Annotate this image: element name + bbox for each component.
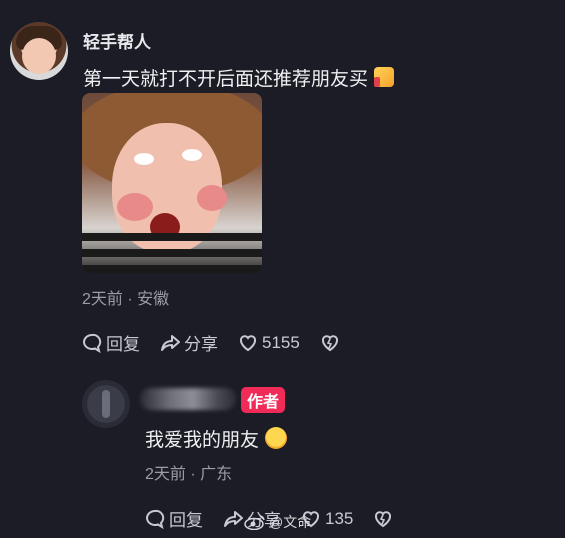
reply-icon <box>83 333 102 353</box>
user-avatar[interactable] <box>10 22 68 80</box>
reply-label: 回复 <box>106 335 140 354</box>
comment-text: 第一天就打不开后面还推荐朋友买 <box>83 64 395 91</box>
reply-dislike-button[interactable] <box>373 509 397 529</box>
like-count: 5155 <box>262 332 300 352</box>
share-icon <box>224 510 243 527</box>
comment-username[interactable]: 轻手帮人 <box>83 28 151 53</box>
share-button[interactable]: 分享 <box>160 330 218 355</box>
author-badge: 作者 <box>241 387 286 413</box>
comment-body: 第一天就打不开后面还推荐朋友买 <box>83 69 369 90</box>
author-username-blurred[interactable] <box>140 388 236 410</box>
weibo-logo-icon <box>244 515 265 530</box>
dislike-button[interactable] <box>320 333 344 353</box>
author-avatar[interactable] <box>82 380 130 428</box>
reply-reply-button[interactable]: 回复 <box>145 506 203 531</box>
reply-meta: 2天前 · 广东 <box>145 466 233 483</box>
broken-heart-icon <box>375 510 392 527</box>
like-count: 135 <box>325 508 354 528</box>
comment-meta: 2天前 · 安徽 <box>82 291 170 308</box>
thumbs-up-icon <box>374 67 395 87</box>
heart-icon <box>240 334 256 351</box>
reply-button[interactable]: 回复 <box>82 330 140 355</box>
watermark-text: @文命 <box>269 514 312 530</box>
broken-heart-icon <box>321 334 338 351</box>
reply-icon <box>146 509 165 529</box>
like-button[interactable]: 5155 <box>238 333 300 353</box>
share-label: 分享 <box>184 335 218 354</box>
reply-label: 回复 <box>169 511 203 530</box>
comment-actions: 回复 分享 5155 <box>82 330 364 355</box>
comment-image[interactable] <box>82 93 262 273</box>
reply-text: 我爱我的朋友 <box>145 425 288 452</box>
weibo-watermark: @文命 <box>244 512 311 532</box>
laughing-icon <box>265 427 288 449</box>
share-icon <box>161 334 180 351</box>
reply-body: 我爱我的朋友 <box>145 430 260 451</box>
